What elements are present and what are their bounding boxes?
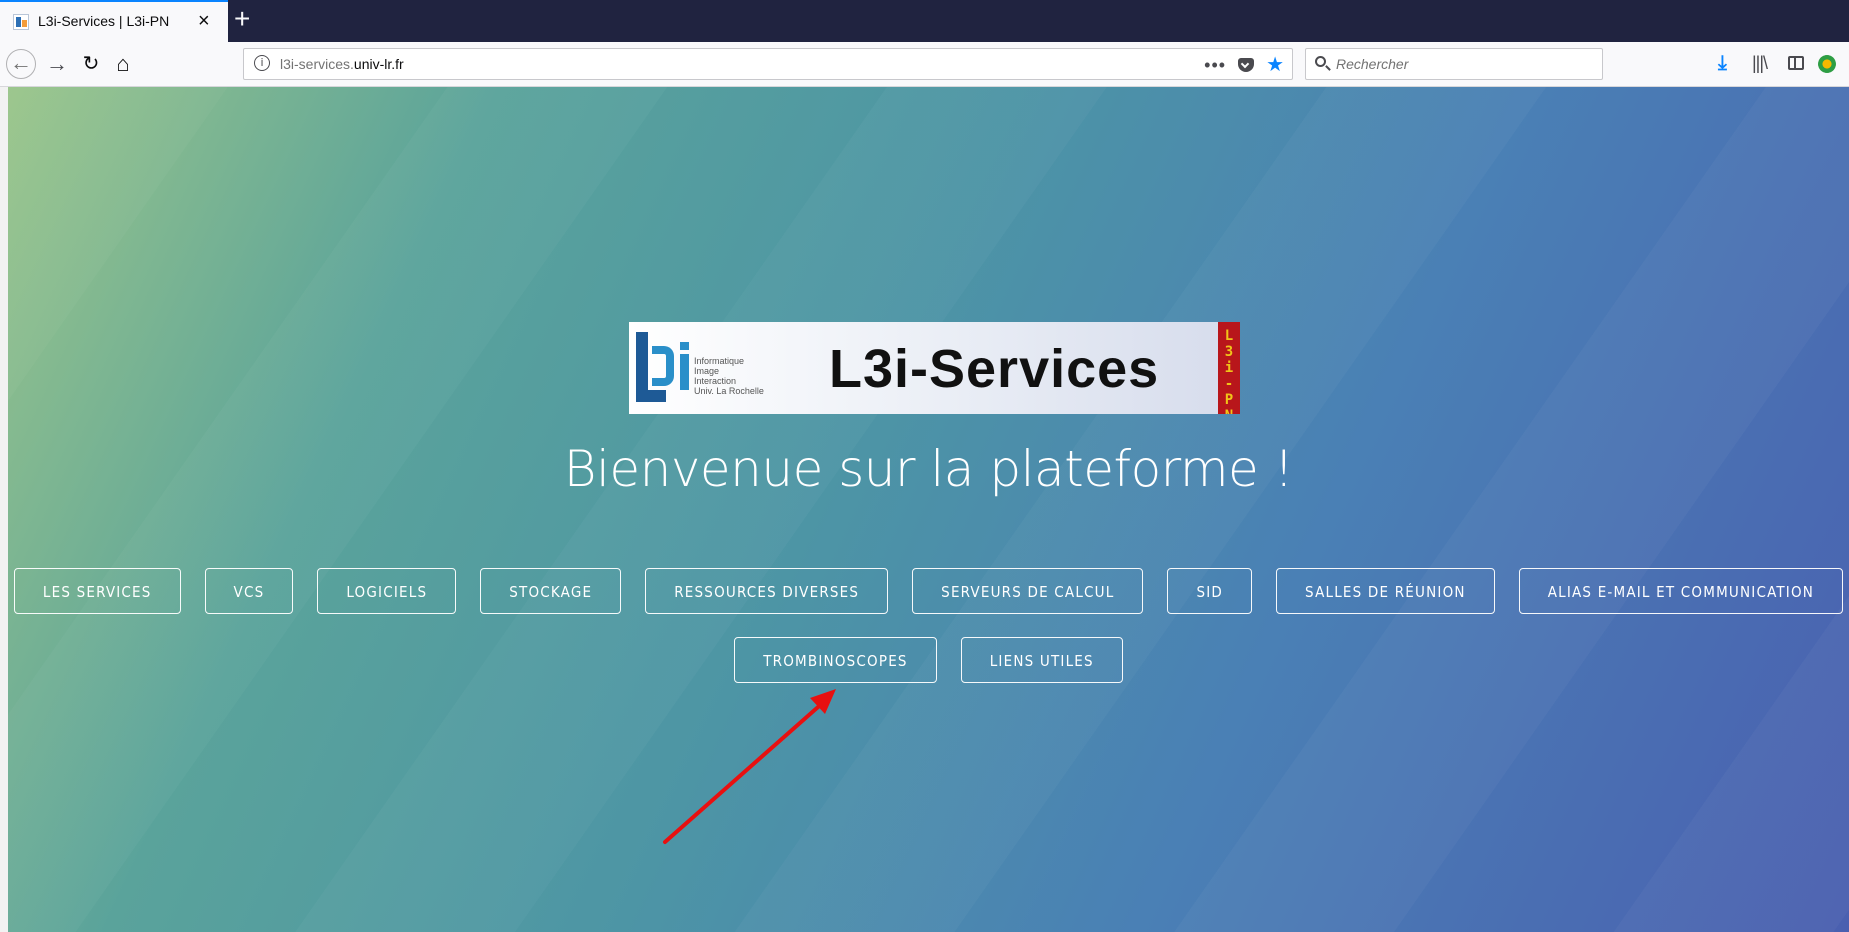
url-text[interactable]: l3i-services.univ-lr.fr (280, 56, 404, 72)
back-button[interactable]: ← (6, 49, 36, 79)
tab-title: L3i-Services | L3i-PN (38, 13, 170, 29)
site-favicon-icon (13, 14, 29, 30)
page-content: Informatique Image Interaction Univ. La … (8, 87, 1849, 932)
nav-button-les-services[interactable]: LES SERVICES (13, 568, 181, 614)
nav-button-vcs[interactable]: VCS (204, 568, 294, 614)
l3i-logo: Informatique Image Interaction Univ. La … (634, 326, 764, 410)
services-nav-row-1: LES SERVICES VCS LOGICIELS STOCKAGE RESS… (8, 568, 1849, 614)
nav-button-logiciels[interactable]: LOGICIELS (317, 568, 457, 614)
site-banner: Informatique Image Interaction Univ. La … (629, 322, 1240, 414)
tab-strip: L3i-Services | L3i-PN × + (0, 0, 1849, 42)
tab-close-icon[interactable]: × (198, 9, 210, 33)
nav-button-liens-utiles[interactable]: LIENS UTILES (960, 637, 1123, 683)
logo-subtitle: Informatique Image Interaction Univ. La … (694, 356, 764, 396)
new-tab-button[interactable]: + (234, 4, 250, 34)
navigation-toolbar: ← → ↻ ⌂ i l3i-services.univ-lr.fr ••• ★ … (0, 42, 1849, 87)
services-nav-row-2: TROMBINOSCOPES LIENS UTILES (8, 637, 1849, 683)
nav-button-serveurs-de-calcul[interactable]: SERVEURS DE CALCUL (912, 568, 1144, 614)
bookmark-star-icon[interactable]: ★ (1266, 55, 1284, 75)
browser-tab[interactable]: L3i-Services | L3i-PN × (0, 0, 228, 42)
banner-tag: L 3 i - P N (1218, 322, 1240, 414)
reload-button[interactable]: ↻ (76, 49, 106, 79)
sidebar-icon[interactable] (1788, 56, 1804, 70)
nav-button-stockage[interactable]: STOCKAGE (480, 568, 622, 614)
home-button[interactable]: ⌂ (108, 49, 138, 79)
address-bar[interactable]: i l3i-services.univ-lr.fr ••• ★ (243, 48, 1293, 80)
nav-button-sid[interactable]: SID (1167, 568, 1253, 614)
site-info-icon[interactable]: i (254, 55, 270, 71)
welcome-heading: Bienvenue sur la plateforme ! (563, 440, 1294, 498)
nav-button-alias-email[interactable]: ALIAS E-MAIL ET COMMUNICATION (1518, 568, 1844, 614)
search-placeholder: Rechercher (1336, 56, 1409, 72)
nav-button-trombinoscopes[interactable]: TROMBINOSCOPES (734, 637, 937, 683)
page-actions-menu-icon[interactable]: ••• (1204, 55, 1226, 75)
pocket-icon[interactable] (1238, 58, 1255, 72)
nav-button-salles-de-reunion[interactable]: SALLES DE RÉUNION (1276, 568, 1495, 614)
search-bar[interactable]: Rechercher (1305, 48, 1603, 80)
banner-tag-text: L 3 i - P N (1224, 328, 1234, 414)
download-icon[interactable]: ⤓ (1718, 52, 1727, 76)
search-icon (1315, 56, 1326, 67)
library-icon[interactable]: |||\ (1752, 52, 1768, 76)
page-left-edge (0, 87, 8, 932)
extension-icon[interactable] (1818, 55, 1836, 73)
forward-button[interactable]: → (42, 49, 72, 79)
nav-button-ressources-diverses[interactable]: RESSOURCES DIVERSES (645, 568, 889, 614)
banner-title: L3i-Services (829, 339, 1160, 399)
url-actions: ••• ★ (1204, 53, 1284, 77)
